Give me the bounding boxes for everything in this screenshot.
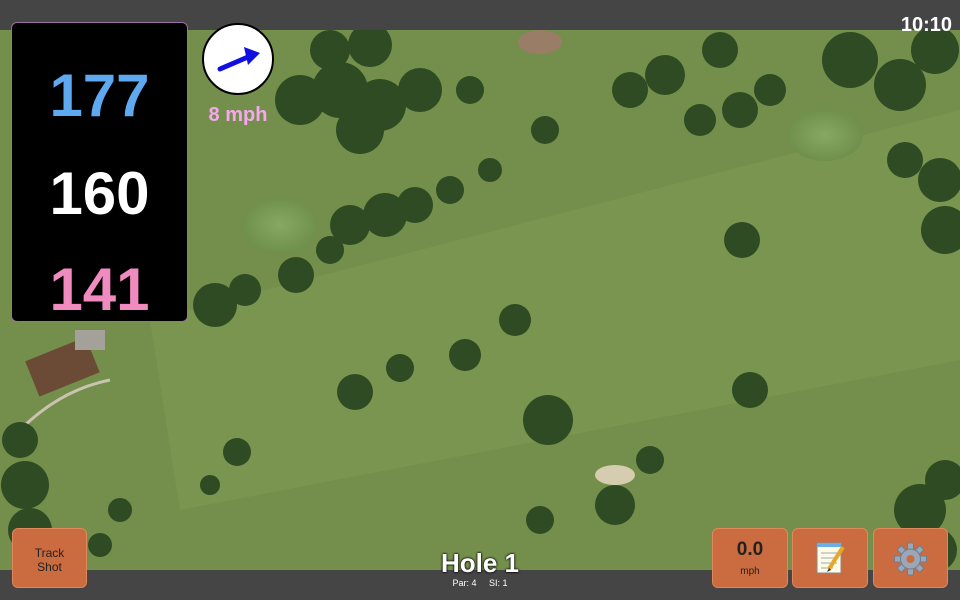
track-shot-label-line2: Shot (37, 560, 62, 574)
track-shot-button[interactable]: Track Shot (12, 528, 87, 588)
wind-direction-indicator (202, 23, 274, 95)
hole-info: Par: 4 SI: 1 (380, 578, 580, 588)
middle-distance: 160 (49, 160, 150, 227)
hole-title: Hole 1 (440, 548, 520, 578)
arrow-right-icon (217, 47, 260, 72)
notepad-icon (816, 542, 845, 574)
hole-par: Par: 4 (452, 578, 477, 588)
track-shot-label-line1: Track (34, 546, 65, 560)
clock: 10:10 (900, 14, 952, 36)
gear-icon (894, 542, 927, 576)
settings-button[interactable] (873, 528, 948, 588)
distance-panel: 177 160 141 (11, 22, 188, 323)
wind-speed: 8 mph (208, 104, 268, 126)
hole-stroke-index: SI: 1 (489, 578, 508, 588)
notes-button[interactable] (792, 528, 868, 588)
back-distance: 177 (49, 62, 150, 129)
speed-unit: mph (740, 566, 760, 577)
front-distance: 141 (49, 256, 150, 323)
speed-button[interactable]: 0.0 mph (712, 528, 788, 588)
speed-value: 0.0 (736, 539, 764, 560)
